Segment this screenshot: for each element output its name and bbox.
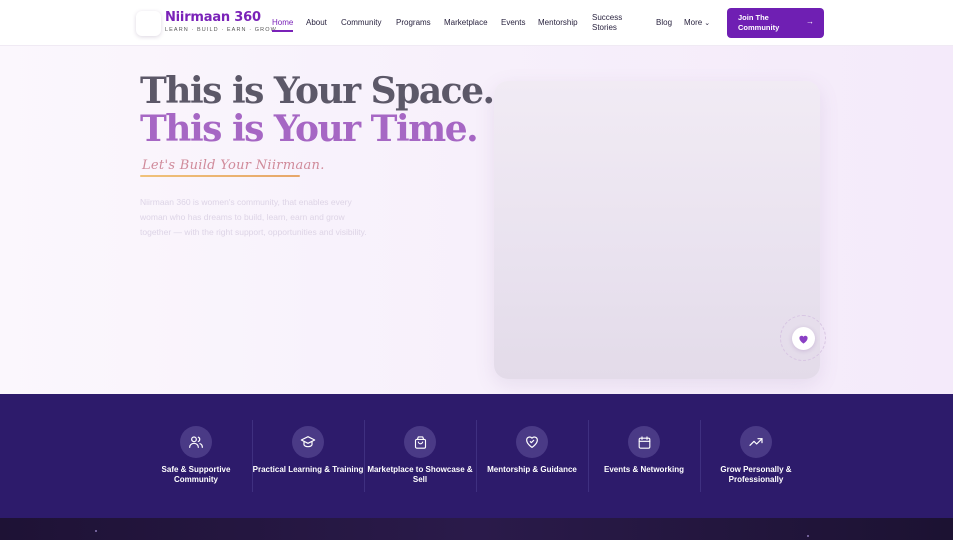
feature-icon-circle xyxy=(628,426,660,458)
logo-icon[interactable] xyxy=(136,11,161,36)
site-header: Niirmaan 360 LEARN · BUILD · EARN · GROW… xyxy=(0,0,960,46)
favorite-button[interactable] xyxy=(792,327,815,350)
feature-label: Practical Learning & Training xyxy=(252,465,364,474)
shopping-bag-icon xyxy=(414,435,426,449)
feature-label: Events & Networking xyxy=(603,465,684,474)
join-community-label: Join The Community xyxy=(738,13,780,32)
feature-icon-circle xyxy=(404,426,436,458)
arrow-right-icon: → xyxy=(806,17,814,26)
hero-script-tagline: Let's Build Your Niirmaan. xyxy=(142,158,325,173)
feature-learning: Practical Learning & Training xyxy=(252,394,364,518)
nav-item-events[interactable]: Events xyxy=(501,18,525,27)
nav-more-label: More xyxy=(684,18,703,27)
nav-item-mentorship[interactable]: Mentorship xyxy=(538,18,578,27)
heart-handshake-icon xyxy=(526,436,538,448)
nav-item-marketplace[interactable]: Marketplace xyxy=(444,18,488,27)
brand-name[interactable]: Niirmaan 360 xyxy=(165,10,261,25)
brand-tagline: LEARN · BUILD · EARN · GROW xyxy=(165,27,277,33)
hero-title-line2: This is Your Time. xyxy=(140,108,479,150)
feature-label: Mentorship & Guidance xyxy=(487,465,577,474)
join-community-button[interactable]: Join The Community → xyxy=(727,8,824,38)
feature-label: Safe & Supportive Community xyxy=(161,465,231,484)
feature-community: Safe & Supportive Community xyxy=(140,394,252,518)
hero-description: Niirmaan 360 is women's community, that … xyxy=(140,197,367,237)
nav-active-indicator xyxy=(272,30,293,32)
feature-growth: Grow Personally & Professionally xyxy=(700,394,812,518)
script-underline xyxy=(140,175,300,177)
decorative-dot xyxy=(807,535,809,537)
hero-image-card xyxy=(494,81,820,379)
feature-label: Grow Personally & Professionally xyxy=(720,465,792,484)
heart-icon xyxy=(799,335,808,344)
bottom-section xyxy=(0,518,953,540)
feature-icon-circle xyxy=(180,426,212,458)
feature-icon-circle xyxy=(516,426,548,458)
nav-item-community[interactable]: Community xyxy=(341,18,381,27)
nav-item-programs[interactable]: Programs xyxy=(396,18,431,27)
graduation-cap-icon xyxy=(300,436,316,448)
feature-icon-circle xyxy=(292,426,324,458)
feature-label: Marketplace to Showcase & Sell xyxy=(367,465,473,484)
trending-up-icon xyxy=(749,438,763,446)
feature-icon-circle xyxy=(740,426,772,458)
users-icon xyxy=(189,436,203,448)
decorative-dot xyxy=(95,530,97,532)
nav-item-home[interactable]: Home xyxy=(272,18,293,27)
feature-events: Events & Networking xyxy=(588,394,700,518)
nav-item-more[interactable]: More ⌄ xyxy=(684,18,710,27)
nav-item-about[interactable]: About xyxy=(306,18,327,27)
calendar-icon xyxy=(638,435,650,449)
feature-marketplace: Marketplace to Showcase & Sell xyxy=(364,394,476,518)
nav-item-blog[interactable]: Blog xyxy=(656,18,672,27)
hero-title-line1: This is Your Space. xyxy=(140,70,495,112)
page-scrollbar[interactable] xyxy=(953,0,960,540)
feature-mentorship: Mentorship & Guidance xyxy=(476,394,588,518)
chevron-down-icon: ⌄ xyxy=(704,20,711,27)
nav-item-success-stories[interactable]: Success Stories xyxy=(592,13,632,33)
